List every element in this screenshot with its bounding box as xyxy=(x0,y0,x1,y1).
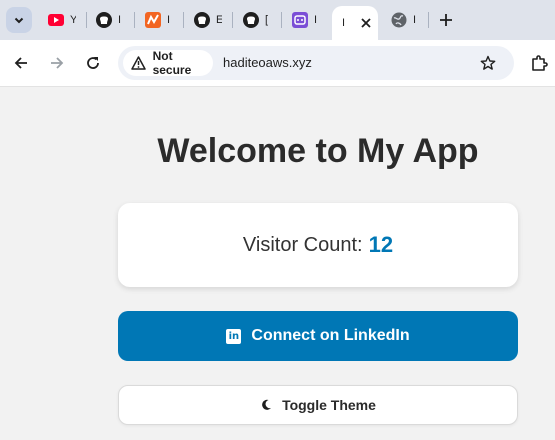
arrow-right-icon xyxy=(51,57,64,69)
back-button[interactable] xyxy=(9,51,33,75)
tab-separator xyxy=(232,12,233,28)
moon-icon xyxy=(260,399,272,411)
tab-github-1[interactable]: I xyxy=(88,7,124,33)
tab-title: I xyxy=(167,14,171,26)
tab-orange-app[interactable]: I xyxy=(137,7,173,33)
close-icon[interactable] xyxy=(358,15,374,31)
tab-title: Y xyxy=(70,14,76,26)
orange-app-icon xyxy=(145,12,161,28)
linkedin-icon: in xyxy=(226,328,242,344)
github-icon xyxy=(96,12,112,28)
page-title: Welcome to My App xyxy=(157,132,479,170)
reload-icon xyxy=(87,57,99,69)
tab-title: I xyxy=(342,17,346,29)
star-icon[interactable] xyxy=(479,54,497,72)
browser-toolbar: Not secure haditeoaws.xyz xyxy=(0,40,555,87)
visitor-count-value: 12 xyxy=(368,232,394,257)
tab-separator xyxy=(86,12,87,28)
tab-title: E xyxy=(216,14,222,26)
linkedin-button[interactable]: in Connect on LinkedIn xyxy=(118,311,518,361)
tab-active[interactable]: I xyxy=(332,6,378,40)
tab-separator xyxy=(183,12,184,28)
tab-separator xyxy=(428,12,429,28)
url-text[interactable]: haditeoaws.xyz xyxy=(223,55,312,70)
linkedin-button-label: Connect on LinkedIn xyxy=(251,327,410,344)
address-bar[interactable]: Not secure haditeoaws.xyz xyxy=(118,46,514,80)
tab-title: [ xyxy=(265,14,269,26)
visitor-count-label: Visitor Count: xyxy=(242,233,363,256)
visitor-count-card: Visitor Count: 12 xyxy=(118,203,518,287)
tab-title: I xyxy=(314,14,318,26)
new-tab-button[interactable] xyxy=(436,10,456,30)
arrow-left-icon xyxy=(14,57,27,69)
tab-youtube[interactable]: Y xyxy=(40,7,76,33)
youtube-icon xyxy=(48,12,64,28)
tab-strip: Y I I E [ I I I xyxy=(0,0,555,40)
toggle-theme-button[interactable]: Toggle Theme xyxy=(118,385,518,425)
plus-icon xyxy=(440,14,452,26)
forward-button[interactable] xyxy=(45,51,69,75)
chevron-down-icon xyxy=(14,17,24,24)
github-icon xyxy=(194,12,210,28)
github-icon xyxy=(243,12,259,28)
extensions-icon[interactable] xyxy=(528,52,550,74)
tab-globe[interactable]: I xyxy=(383,7,419,33)
tab-github-2[interactable]: E xyxy=(186,7,222,33)
reload-button[interactable] xyxy=(81,51,105,75)
security-label: Not secure xyxy=(152,49,192,77)
page-content: Welcome to My App Visitor Count: 12 in C… xyxy=(0,87,555,440)
security-chip[interactable]: Not secure xyxy=(123,49,213,77)
warning-icon xyxy=(131,55,147,71)
tab-github-3[interactable]: [ xyxy=(235,7,271,33)
tab-search-button[interactable] xyxy=(6,7,32,33)
purple-app-icon xyxy=(292,12,308,28)
tab-separator xyxy=(281,12,282,28)
toggle-theme-label: Toggle Theme xyxy=(282,397,376,413)
tab-separator xyxy=(134,12,135,28)
tab-purple-app[interactable]: I xyxy=(284,7,320,33)
tab-title: I xyxy=(413,14,417,26)
tab-title: I xyxy=(118,14,122,26)
globe-icon xyxy=(391,12,407,28)
